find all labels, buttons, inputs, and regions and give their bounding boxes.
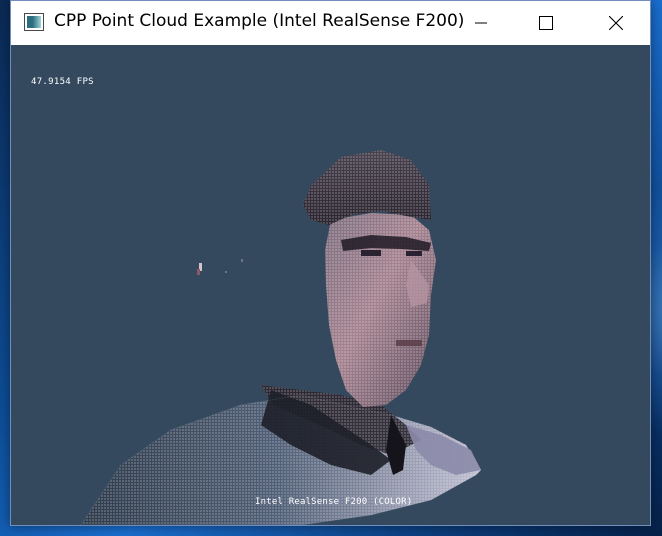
window-title: CPP Point Cloud Example (Intel RealSense… [54, 11, 465, 31]
point-cloud-viewport[interactable]: 47.9154 FPS Intel RealSense F200 (COLOR) [11, 45, 650, 525]
close-icon [609, 16, 623, 30]
app-window-icon[interactable] [24, 13, 44, 31]
camera-name-label: Intel RealSense F200 (COLOR) [255, 497, 413, 507]
title-bar[interactable]: CPP Point Cloud Example (Intel RealSense… [11, 1, 650, 45]
fps-counter: 47.9154 FPS [31, 77, 94, 87]
maximize-button[interactable] [523, 1, 569, 45]
close-button[interactable] [593, 1, 639, 45]
stray-points [197, 259, 243, 275]
app-window: CPP Point Cloud Example (Intel RealSense… [10, 0, 651, 526]
minimize-icon [475, 22, 487, 24]
minimize-button[interactable] [458, 1, 504, 45]
maximize-icon [539, 16, 553, 30]
point-cloud-render [80, 150, 482, 525]
